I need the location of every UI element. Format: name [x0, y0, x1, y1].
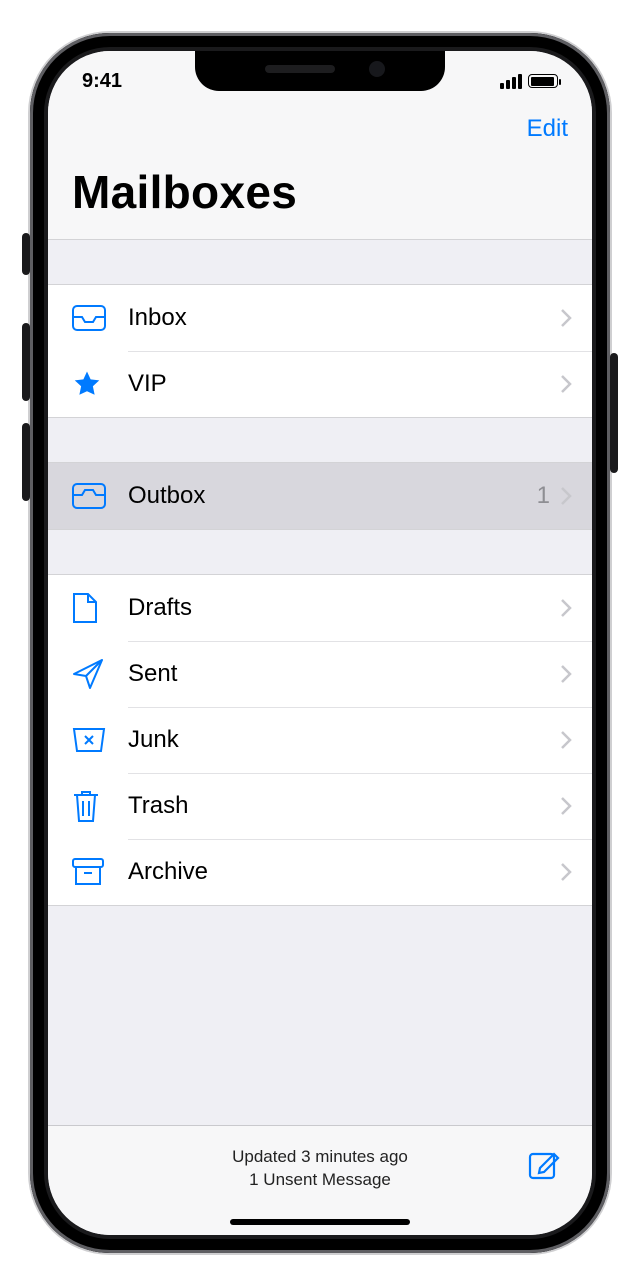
section-gap: [48, 240, 592, 284]
home-indicator: [230, 1219, 410, 1225]
status-time: 9:41: [82, 70, 172, 93]
star-icon: [72, 369, 128, 399]
chevron-right-icon: [560, 862, 572, 882]
mailbox-label: Inbox: [128, 304, 560, 332]
nav-bar: Edit: [48, 99, 592, 159]
chevron-right-icon: [560, 374, 572, 394]
toolbar-unsent: 1 Unsent Message: [74, 1169, 566, 1192]
mailbox-label: VIP: [128, 370, 560, 398]
chevron-right-icon: [560, 796, 572, 816]
mailbox-row-outbox[interactable]: Outbox 1: [48, 463, 592, 529]
mailbox-row-inbox[interactable]: Inbox: [48, 285, 592, 351]
mailbox-label: Trash: [128, 792, 560, 820]
device-frame: 9:41 Edit Mailboxes: [30, 33, 610, 1253]
mailbox-label: Outbox: [128, 482, 537, 510]
mailbox-row-trash[interactable]: Trash: [48, 773, 592, 839]
mailbox-label: Archive: [128, 858, 560, 886]
mailbox-row-junk[interactable]: Junk: [48, 707, 592, 773]
hw-silence-switch: [22, 233, 30, 275]
compose-button[interactable]: [526, 1144, 566, 1184]
toolbar-status: Updated 3 minutes ago 1 Unsent Message: [74, 1146, 566, 1192]
screen: 9:41 Edit Mailboxes: [48, 51, 592, 1235]
notch: [195, 51, 445, 91]
archive-icon: [72, 858, 128, 886]
battery-icon: [528, 74, 558, 88]
toolbar: Updated 3 minutes ago 1 Unsent Message: [48, 1125, 592, 1235]
outbox-icon: [72, 483, 128, 509]
toolbar-updated: Updated 3 minutes ago: [74, 1146, 566, 1169]
hw-side-button: [610, 353, 618, 473]
mailbox-label: Junk: [128, 726, 560, 754]
paper-plane-icon: [72, 658, 128, 690]
section-gap: [48, 418, 592, 462]
mailbox-row-sent[interactable]: Sent: [48, 641, 592, 707]
chevron-right-icon: [560, 598, 572, 618]
mailbox-section-2: Outbox 1: [48, 462, 592, 530]
mailbox-label: Sent: [128, 660, 560, 688]
chevron-right-icon: [560, 730, 572, 750]
mailbox-row-archive[interactable]: Archive: [48, 839, 592, 905]
mailbox-section-1: Inbox VIP: [48, 284, 592, 418]
mailbox-section-3: Drafts Sent Junk: [48, 574, 592, 906]
mailbox-row-drafts[interactable]: Drafts: [48, 575, 592, 641]
cell-signal-icon: [500, 74, 522, 89]
document-icon: [72, 592, 128, 624]
inbox-icon: [72, 305, 128, 331]
mailbox-count: 1: [537, 482, 550, 510]
chevron-right-icon: [560, 664, 572, 684]
edit-button[interactable]: Edit: [527, 115, 568, 143]
junk-icon: [72, 727, 128, 753]
hw-volume-down: [22, 423, 30, 501]
page-title: Mailboxes: [48, 159, 592, 239]
mailbox-row-vip[interactable]: VIP: [48, 351, 592, 417]
chevron-right-icon: [560, 308, 572, 328]
section-gap: [48, 530, 592, 574]
hw-volume-up: [22, 323, 30, 401]
mailbox-label: Drafts: [128, 594, 560, 622]
chevron-right-icon: [560, 486, 572, 506]
trash-icon: [72, 789, 128, 823]
